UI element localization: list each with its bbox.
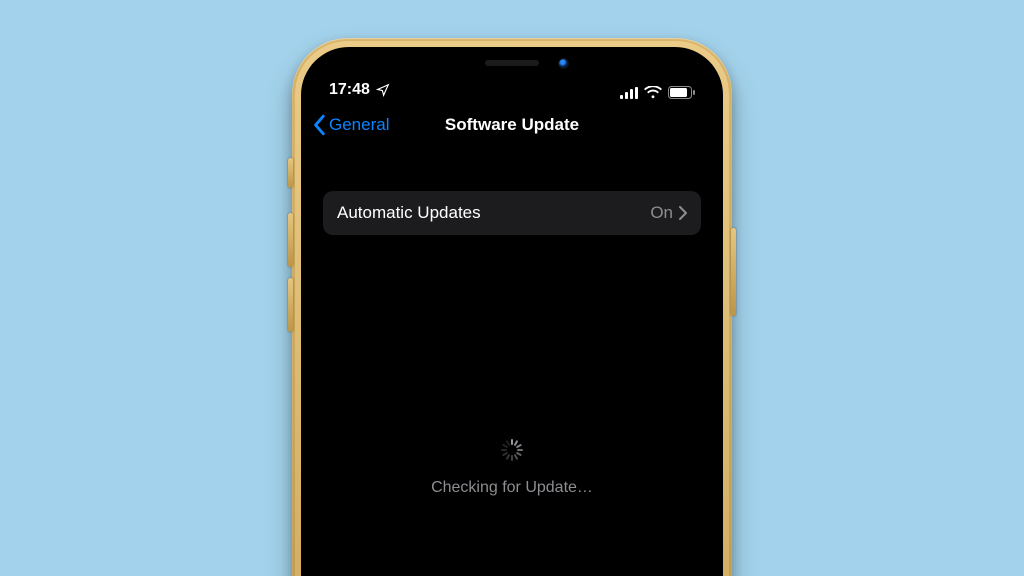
automatic-updates-row[interactable]: Automatic Updates On	[323, 191, 701, 235]
loading-region: Checking for Update…	[305, 439, 719, 497]
back-label: General	[329, 115, 389, 135]
status-left: 17:48	[329, 81, 390, 99]
chevron-left-icon	[313, 114, 327, 136]
side-button[interactable]	[731, 228, 736, 316]
status-right	[620, 86, 695, 99]
chevron-right-icon	[679, 206, 687, 220]
battery-icon	[668, 86, 695, 99]
screen: 17:48	[305, 51, 719, 576]
edge-artifact	[305, 553, 309, 567]
cellular-icon	[620, 87, 638, 99]
spinner-icon	[501, 439, 523, 461]
phone-frame: 17:48	[292, 38, 732, 576]
page-title: Software Update	[445, 115, 579, 135]
speaker-grille	[485, 60, 539, 66]
wifi-icon	[644, 86, 662, 99]
edge-artifact	[305, 367, 309, 381]
volume-down-button[interactable]	[288, 278, 293, 332]
row-value: On	[650, 203, 673, 223]
status-time: 17:48	[329, 81, 370, 99]
volume-up-button[interactable]	[288, 213, 293, 267]
notch	[412, 51, 612, 81]
loading-text: Checking for Update…	[305, 479, 719, 497]
content-area: Automatic Updates On Checking for Update…	[305, 169, 719, 576]
stage: 17:48	[0, 0, 1024, 576]
navigation-bar: General Software Update	[305, 103, 719, 147]
row-label: Automatic Updates	[337, 203, 650, 223]
mute-switch[interactable]	[288, 158, 293, 188]
back-button[interactable]: General	[313, 114, 389, 136]
edge-artifact	[305, 505, 309, 519]
location-arrow-icon	[376, 83, 390, 97]
front-camera	[559, 59, 568, 68]
phone-bezel: 17:48	[301, 47, 723, 576]
